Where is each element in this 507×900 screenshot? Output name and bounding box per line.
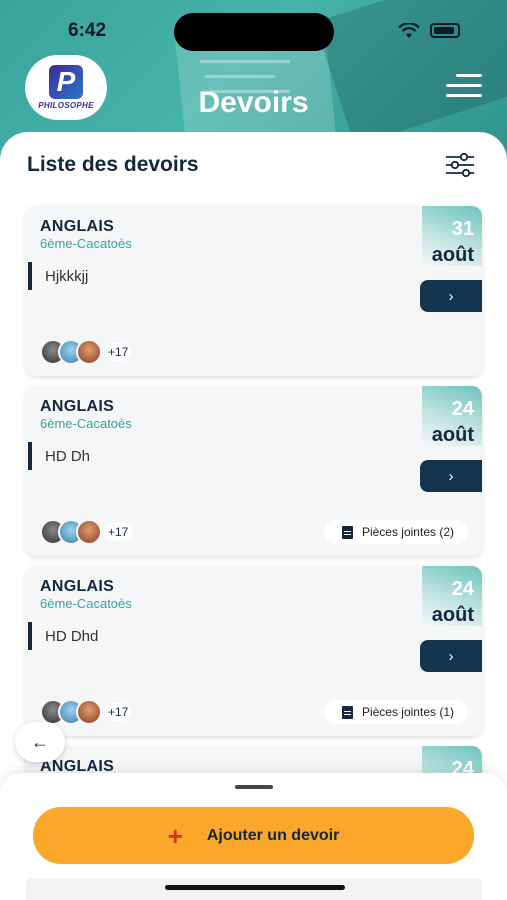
open-homework-button[interactable]: › xyxy=(420,460,482,492)
list-title: Liste des devoirs xyxy=(27,153,199,176)
wifi-icon xyxy=(398,23,420,38)
attachments-chip[interactable]: Pièces jointes (2) xyxy=(323,520,468,544)
status-time: 6:42 xyxy=(68,20,107,41)
home-indicator[interactable] xyxy=(165,885,345,890)
avatar xyxy=(76,339,102,365)
document-icon xyxy=(341,525,353,539)
due-day: 24 xyxy=(451,398,474,420)
hamburger-menu-icon[interactable] xyxy=(442,72,482,100)
document-icon xyxy=(341,705,353,719)
card-description: HD Dhd xyxy=(45,628,99,645)
open-homework-button[interactable]: › xyxy=(420,640,482,672)
sheet-grabber[interactable] xyxy=(235,785,273,789)
battery-icon xyxy=(430,23,460,38)
header-background-line xyxy=(205,75,275,78)
back-arrow-icon[interactable]: ← xyxy=(15,722,65,762)
attachments-label: Pièces jointes (1) xyxy=(361,705,454,719)
plus-icon: + xyxy=(167,820,183,851)
due-month: août xyxy=(431,424,474,446)
due-month: août xyxy=(431,244,474,266)
participants-avatars: +17 xyxy=(40,339,133,365)
sliders-icon[interactable] xyxy=(444,152,476,178)
due-day: 24 xyxy=(451,578,474,600)
card-subject: ANGLAIS xyxy=(40,578,115,595)
homework-card[interactable]: 24 août ANGLAIS 6ème-Cacatoès HD Dhd › +… xyxy=(26,566,482,736)
description-accent-bar xyxy=(28,622,32,650)
participants-avatars: +17 xyxy=(40,699,133,725)
card-subject: ANGLAIS xyxy=(40,218,115,235)
homework-card[interactable]: 24 août ANGLAIS 6ème-Cacatoès HD Dh › +1… xyxy=(26,386,482,556)
dynamic-island xyxy=(174,13,334,51)
participants-more-count: +17 xyxy=(104,703,133,721)
card-description: Hjkkkjj xyxy=(45,268,89,285)
participants-more-count: +17 xyxy=(104,523,133,541)
add-homework-button[interactable]: + Ajouter un devoir xyxy=(33,807,474,864)
open-homework-button[interactable]: › xyxy=(420,280,482,312)
attachments-chip[interactable]: Pièces jointes (1) xyxy=(323,700,468,724)
card-class: 6ème-Cacatoès xyxy=(40,236,132,251)
avatar xyxy=(76,699,102,725)
description-accent-bar xyxy=(28,262,32,290)
description-accent-bar xyxy=(28,442,32,470)
card-class: 6ème-Cacatoès xyxy=(40,416,132,431)
card-description: HD Dh xyxy=(45,448,91,465)
attachments-label: Pièces jointes (2) xyxy=(361,525,454,539)
avatar xyxy=(76,519,102,545)
header-background-line xyxy=(200,60,290,63)
card-subject: ANGLAIS xyxy=(40,398,115,415)
card-class: 6ème-Cacatoès xyxy=(40,596,132,611)
participants-avatars: +17 xyxy=(40,519,133,545)
homework-card[interactable]: 31 août ANGLAIS 6ème-Cacatoès Hjkkkjj › … xyxy=(26,206,482,376)
page-title: Devoirs xyxy=(198,86,309,119)
add-homework-label: Ajouter un devoir xyxy=(206,826,340,844)
due-day: 31 xyxy=(451,218,474,240)
participants-more-count: +17 xyxy=(104,343,133,361)
due-month: août xyxy=(431,604,474,626)
